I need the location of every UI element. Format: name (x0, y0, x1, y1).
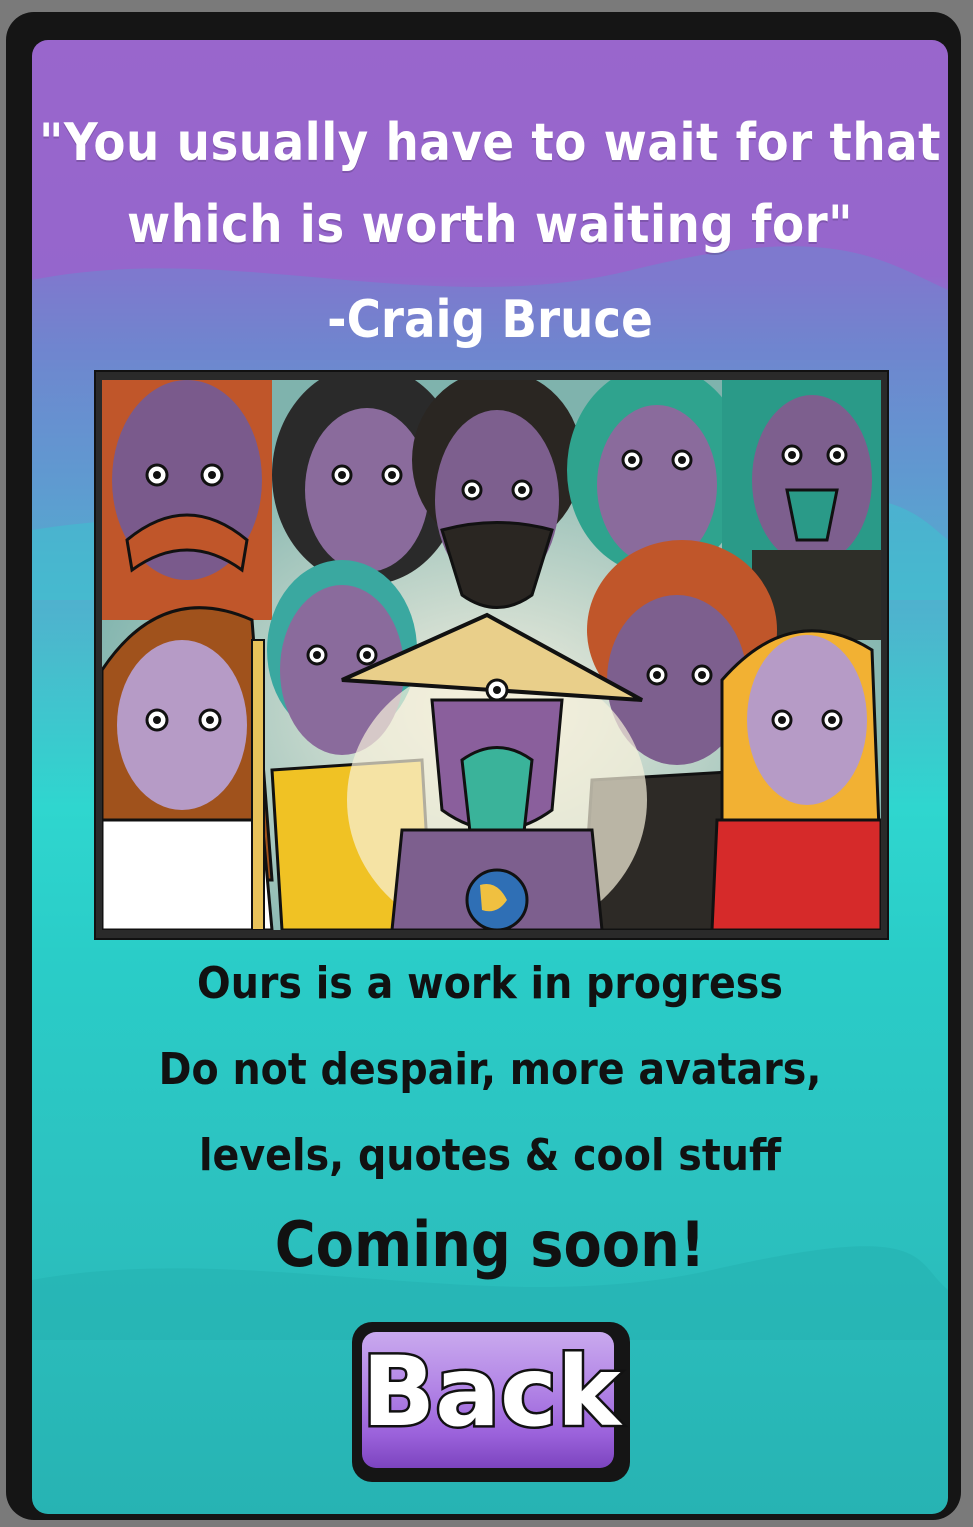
avatar-blonde-woman (710, 629, 881, 930)
avatar-group-image (102, 380, 881, 930)
avatars-illustration (94, 370, 889, 940)
coming-soon-card: "You usually have to wait for that which… (32, 40, 948, 1514)
quote-author: -Craig Bruce (327, 290, 653, 350)
back-button-face[interactable]: Back (360, 1332, 624, 1468)
progress-message-line-2: Do not despair, more avatars, (158, 1044, 822, 1095)
avatar-brown-hair-woman (102, 606, 274, 930)
card-frame: "You usually have to wait for that which… (6, 12, 961, 1520)
progress-message-line-3: levels, quotes & cool stuff (198, 1130, 782, 1181)
back-button-label[interactable]: Back (360, 1334, 624, 1451)
quote-line-2: which is worth waiting for" (126, 195, 854, 255)
back-button[interactable]: Back (352, 1322, 630, 1482)
quote-line-1: "You usually have to wait for that (38, 113, 942, 173)
progress-message-line-1: Ours is a work in progress (197, 958, 783, 1009)
quote-text: "You usually have to wait for that which… (32, 102, 948, 266)
avatar-mustache-man (102, 380, 272, 620)
coming-soon-heading: Coming soon! (274, 1208, 706, 1281)
